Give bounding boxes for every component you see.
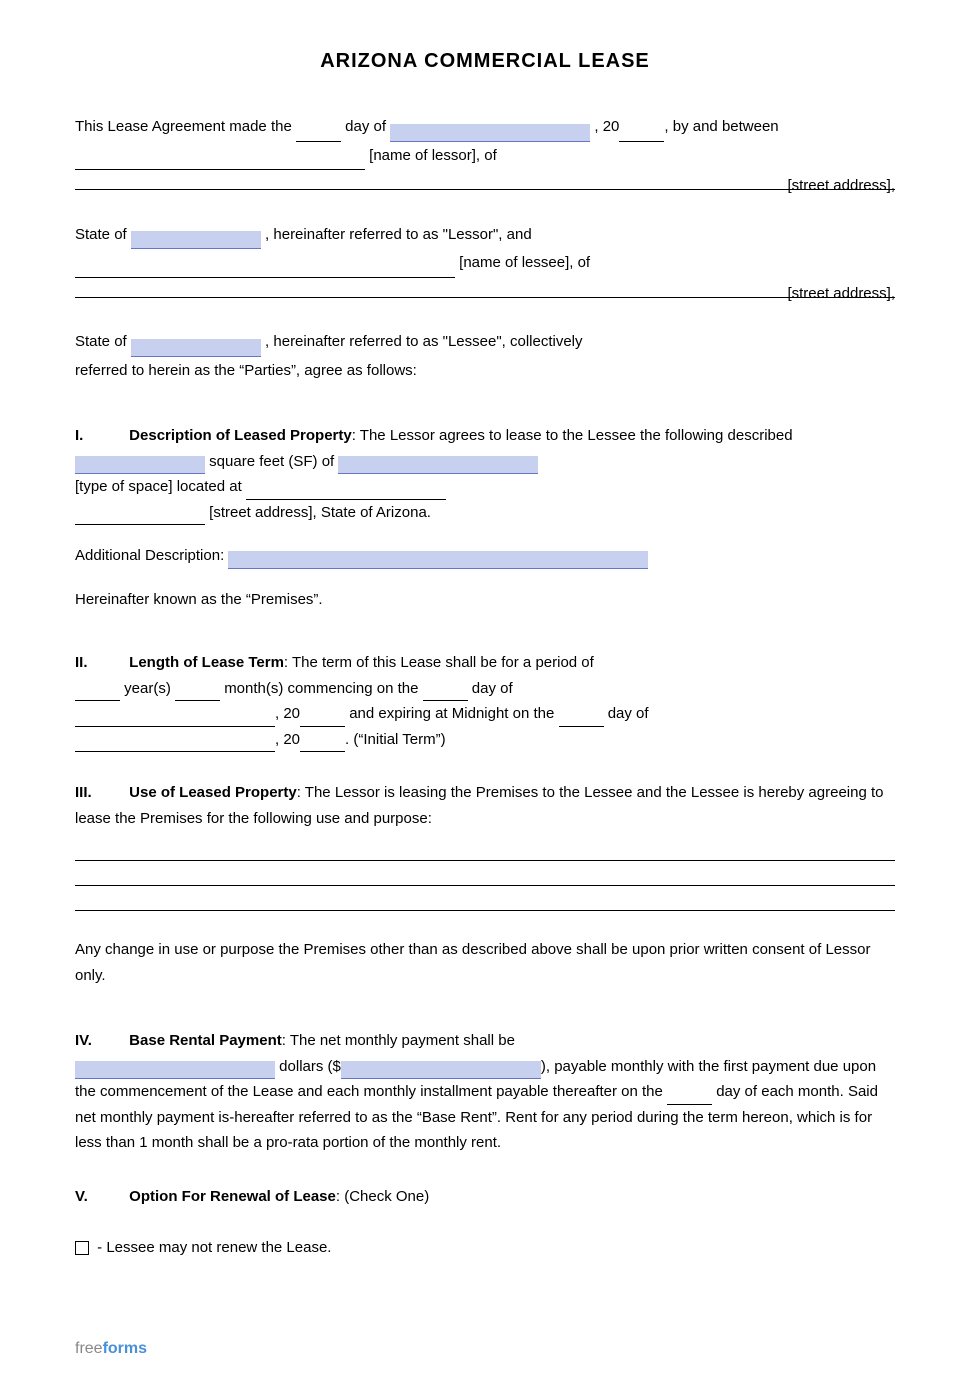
street-address-label: [street address],: [787, 172, 895, 201]
start-month-field[interactable]: [75, 709, 275, 727]
lessor-street-field[interactable]: [75, 170, 895, 190]
hereinafter-lessor: , hereinafter referred to as "Lessor", a…: [265, 226, 532, 243]
hereinafter-lessee: , hereinafter referred to as "Lessee", c…: [265, 333, 582, 350]
page-title: ARIZONA COMMERCIAL LEASE: [75, 50, 895, 73]
footer-logo: freeforms: [75, 1340, 147, 1358]
use-line-1[interactable]: [75, 839, 895, 861]
year-prefix2: 20: [283, 731, 300, 748]
month-field[interactable]: [390, 124, 590, 142]
end-month-field[interactable]: [75, 734, 275, 752]
day-field[interactable]: [296, 124, 341, 142]
premises-text: Hereinafter known as the “Premises”.: [75, 591, 323, 608]
additional-field[interactable]: [228, 551, 648, 569]
section1-roman: I.: [75, 423, 125, 449]
dollars-label: dollars ($: [279, 1058, 341, 1075]
state-of-1: State of: [75, 226, 127, 243]
preamble-line1-start: This Lease Agreement made the: [75, 118, 292, 135]
referred-to: referred to herein as the “Parties”, agr…: [75, 362, 417, 379]
section5-roman: V.: [75, 1184, 125, 1210]
location-field[interactable]: [246, 482, 446, 500]
year-prefix: 20: [283, 705, 300, 722]
years-field[interactable]: [75, 683, 120, 701]
type-label: [type of space] located at: [75, 478, 242, 495]
section5-body: : (Check One): [336, 1188, 429, 1205]
street-field[interactable]: [75, 507, 205, 525]
lessor-label: [name of lessor], of: [369, 147, 497, 164]
renewal-option-label: - Lessee may not renew the Lease.: [97, 1239, 331, 1256]
section2: II. Length of Lease Term: The term of th…: [75, 650, 895, 752]
use-change-section: Any change in use or purpose the Premise…: [75, 937, 895, 988]
end-day-field[interactable]: [559, 709, 604, 727]
months-label: month(s) commencing on the: [224, 680, 418, 697]
use-lines: [75, 839, 895, 911]
section1-body: : The Lessor agrees to lease to the Less…: [352, 427, 793, 444]
section1-heading: Description of Leased Property: [129, 427, 352, 444]
rent-amount-numbers-field[interactable]: [341, 1061, 541, 1079]
day-label: day of: [345, 118, 386, 135]
by-and-between: by and between: [673, 118, 779, 135]
use-line-2[interactable]: [75, 864, 895, 886]
section5: V. Option For Renewal of Lease: (Check O…: [75, 1184, 895, 1210]
street-state: [street address], State of Arizona.: [209, 504, 431, 521]
section4-heading: Base Rental Payment: [129, 1032, 282, 1049]
years-label: year(s): [124, 680, 171, 697]
sqft-label: square feet (SF) of: [209, 453, 334, 470]
sqft-field[interactable]: [75, 456, 205, 474]
section1: I. Description of Leased Property: The L…: [75, 423, 895, 525]
months-field[interactable]: [175, 683, 220, 701]
section2-body1: : The term of this Lease shall be for a …: [284, 654, 594, 671]
section4: IV. Base Rental Payment: The net monthly…: [75, 1028, 895, 1156]
lessor-state-field[interactable]: [131, 231, 261, 249]
page: ARIZONA COMMERCIAL LEASE This Lease Agre…: [0, 0, 970, 1388]
footer-free: free: [75, 1340, 103, 1357]
street-address-label2: [street address],: [787, 280, 895, 309]
section5-heading: Option For Renewal of Lease: [129, 1188, 336, 1205]
footer-forms: forms: [103, 1340, 147, 1357]
start-year-field[interactable]: [300, 709, 345, 727]
additional-description-section: Additional Description:: [75, 543, 895, 569]
additional-label: Additional Description:: [75, 547, 224, 564]
lessee-name-field[interactable]: [75, 260, 455, 278]
premises-section: Hereinafter known as the “Premises”.: [75, 587, 895, 613]
use-change-text: Any change in use or purpose the Premise…: [75, 941, 870, 984]
section2-heading: Length of Lease Term: [129, 654, 284, 671]
end-year-field[interactable]: [300, 734, 345, 752]
section4-roman: IV.: [75, 1028, 125, 1054]
initial-term: . (“Initial Term”): [345, 731, 446, 748]
payment-day-field[interactable]: [667, 1087, 712, 1105]
state-of-2: State of: [75, 333, 127, 350]
rent-amount-words-field[interactable]: [75, 1061, 275, 1079]
section3-heading: Use of Leased Property: [129, 784, 297, 801]
lessor-name-field[interactable]: [75, 152, 365, 170]
year-prefix: 20: [603, 118, 620, 135]
year-field[interactable]: [619, 124, 664, 142]
space-type-field[interactable]: [338, 456, 538, 474]
renewal-option: - Lessee may not renew the Lease.: [75, 1235, 895, 1261]
section3: III. Use of Leased Property: The Lessor …: [75, 780, 895, 911]
use-line-3[interactable]: [75, 889, 895, 911]
day-label: day of: [472, 680, 513, 697]
lessee-state-field[interactable]: [131, 339, 261, 357]
section2-roman: II.: [75, 650, 125, 676]
start-day-field[interactable]: [423, 683, 468, 701]
preamble-section: This Lease Agreement made the day of , 2…: [75, 113, 895, 385]
day-label2: day of: [608, 705, 649, 722]
renewal-checkbox[interactable]: [75, 1241, 89, 1255]
section4-body1: : The net monthly payment shall be: [282, 1032, 515, 1049]
lessee-label: [name of lessee], of: [459, 254, 590, 271]
lessee-street-field[interactable]: [75, 278, 895, 298]
expiring: and expiring at Midnight on the: [349, 705, 554, 722]
section3-roman: III.: [75, 780, 125, 806]
